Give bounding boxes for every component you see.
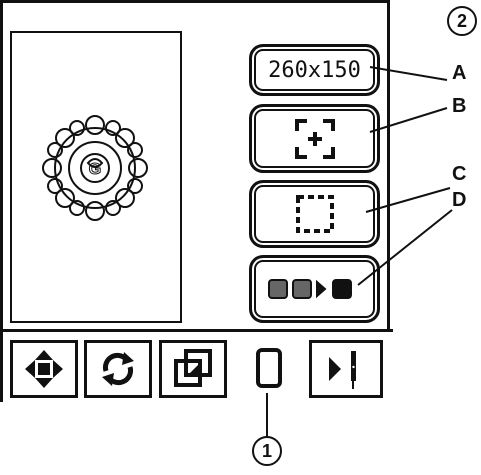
rotate-icon: [102, 352, 134, 386]
embroidery-edit-screen: G 260x150: [0, 0, 393, 405]
callout-c: C: [452, 163, 467, 185]
screen-number-badge: 2: [447, 6, 477, 36]
design-thumbnail: G: [42, 115, 148, 221]
toolbar-number-badge: 1: [252, 436, 282, 466]
center-button[interactable]: [249, 104, 380, 173]
svg-text:G: G: [89, 161, 101, 178]
trace-outline-icon: [295, 195, 334, 233]
hoop-size-button[interactable]: 260x150: [249, 44, 380, 96]
resize-icon: [174, 349, 212, 387]
move-icon: [25, 350, 63, 388]
bottom-toolbar: [3, 329, 393, 405]
callout-d: D: [452, 189, 467, 211]
stitch-out-icon: [329, 351, 356, 389]
callout-a: A: [452, 62, 467, 84]
callout-b: B: [452, 95, 467, 117]
trace-button[interactable]: [249, 180, 380, 248]
center-crosshair-icon: [294, 118, 335, 159]
stitch-out-button[interactable]: [309, 340, 383, 398]
screen-number: 2: [456, 10, 467, 31]
rotate-button[interactable]: [84, 340, 152, 398]
hoop-button[interactable]: [235, 340, 303, 398]
stitch-preview-button[interactable]: [249, 255, 380, 323]
design-preview-area: G: [10, 31, 182, 323]
move-button[interactable]: [10, 340, 78, 398]
stitch-sequence-icon: [267, 279, 352, 299]
hoop-icon: [256, 348, 282, 388]
hoop-size-label: 260x150: [268, 57, 361, 83]
resize-button[interactable]: [159, 340, 227, 398]
toolbar-number: 1: [261, 440, 272, 461]
